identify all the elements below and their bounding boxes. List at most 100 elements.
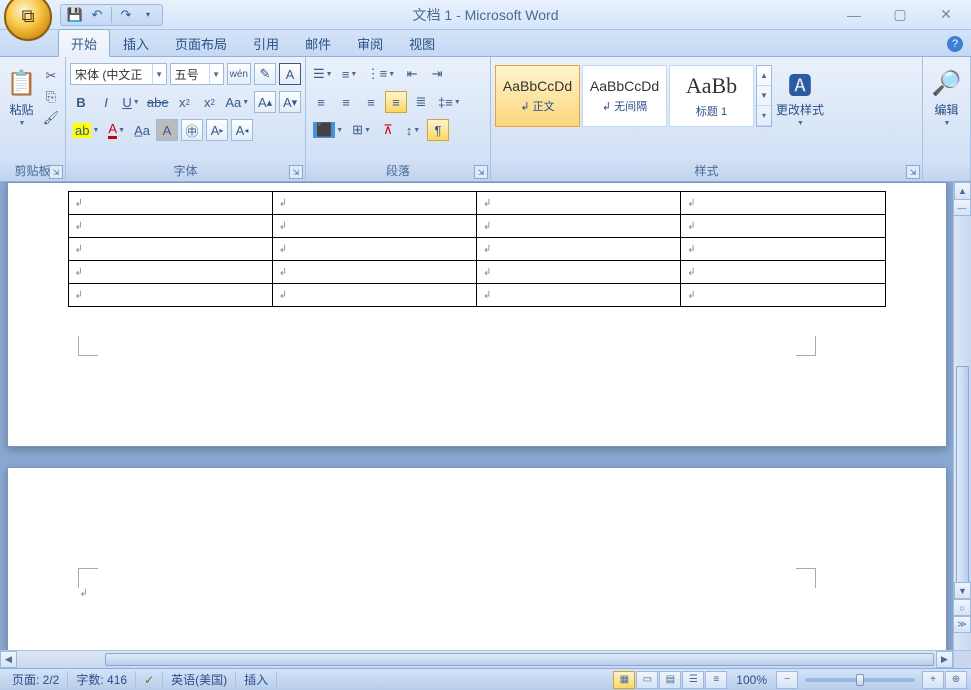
- zoom-out-button[interactable]: −: [776, 671, 798, 689]
- table-row[interactable]: ↲↲↲↲: [68, 261, 885, 284]
- maximize-button[interactable]: ▢: [887, 6, 913, 24]
- change-styles-button[interactable]: 🅰 更改样式 ▼: [774, 63, 826, 127]
- highlight-button[interactable]: ab▼: [70, 119, 102, 141]
- change-case-button[interactable]: Aa▼: [224, 91, 251, 113]
- tab-review[interactable]: 审阅: [344, 29, 396, 56]
- font-shrink2-button[interactable]: A◂: [231, 119, 253, 141]
- style-nospacing[interactable]: AaBbCcDd ↲ 无间隔: [582, 65, 667, 127]
- align-justify-button[interactable]: ≡: [385, 91, 407, 113]
- format-painter-icon[interactable]: 🖌: [41, 109, 61, 127]
- tab-references[interactable]: 引用: [240, 29, 292, 56]
- gallery-scrollbar[interactable]: ▲ ▼ ▾: [756, 65, 772, 127]
- close-button[interactable]: ✕: [933, 6, 959, 24]
- tab-insert[interactable]: 插入: [110, 29, 162, 56]
- text-dir-button[interactable]: ↕▼: [402, 119, 424, 141]
- indent-dec-button[interactable]: ⇤: [401, 63, 423, 85]
- style-normal[interactable]: AaBbCcDd ↲ 正文: [495, 65, 580, 127]
- paragraph-launcher[interactable]: ⇲: [474, 165, 488, 179]
- clipboard-launcher[interactable]: ⇲: [49, 165, 63, 179]
- align-center-button[interactable]: ≡: [335, 91, 357, 113]
- undo-icon[interactable]: ↶: [87, 6, 107, 24]
- subscript-button[interactable]: x2: [174, 91, 196, 113]
- superscript-button[interactable]: x2: [199, 91, 221, 113]
- cut-icon[interactable]: ✂: [41, 67, 61, 85]
- shading-button[interactable]: ⬛▼: [310, 119, 346, 141]
- zoom-fit-button[interactable]: ⊕: [945, 671, 967, 689]
- view-outline[interactable]: ☰: [682, 671, 704, 689]
- zoom-value[interactable]: 100%: [728, 671, 775, 689]
- vertical-scrollbar[interactable]: ▲ — ≪ ○ ≫ ▼: [953, 182, 971, 650]
- table-row[interactable]: ↲↲↲↲: [68, 238, 885, 261]
- zoom-slider[interactable]: [805, 678, 915, 682]
- align-right-button[interactable]: ≡: [360, 91, 382, 113]
- qat-customize-icon[interactable]: ▾: [138, 6, 158, 24]
- vscroll-track[interactable]: [954, 216, 971, 582]
- status-words[interactable]: 字数: 416: [68, 671, 136, 689]
- font-launcher[interactable]: ⇲: [289, 165, 303, 179]
- scroll-left-icon[interactable]: ◀: [0, 651, 17, 668]
- view-full-screen[interactable]: ▭: [636, 671, 658, 689]
- scroll-up-icon[interactable]: ▲: [954, 182, 971, 199]
- zoom-in-button[interactable]: +: [922, 671, 944, 689]
- split-icon[interactable]: —: [953, 199, 971, 216]
- gallery-up-icon[interactable]: ▲: [757, 66, 771, 86]
- view-print-layout[interactable]: ▦: [613, 671, 635, 689]
- char-scale-button[interactable]: A̲a: [131, 119, 153, 141]
- next-page-icon[interactable]: ≫: [953, 616, 971, 633]
- phonetic-guide-icon[interactable]: wén: [227, 63, 251, 85]
- borders-button[interactable]: ⊞▼: [349, 119, 374, 141]
- status-language[interactable]: 英语(美国): [163, 671, 236, 689]
- document-viewport[interactable]: ↲↲↲↲ ↲↲↲↲ ↲↲↲↲ ↲↲↲↲ ↲↲↲↲ ↲: [0, 182, 953, 650]
- view-draft[interactable]: ≡: [705, 671, 727, 689]
- strike-button[interactable]: abe: [145, 91, 171, 113]
- bullets-button[interactable]: ☰▼: [310, 63, 336, 85]
- font-color-button[interactable]: A▼: [105, 119, 128, 141]
- gallery-down-icon[interactable]: ▼: [757, 86, 771, 106]
- tab-home[interactable]: 开始: [58, 29, 110, 57]
- page-1[interactable]: ↲↲↲↲ ↲↲↲↲ ↲↲↲↲ ↲↲↲↲ ↲↲↲↲: [7, 182, 947, 447]
- minimize-button[interactable]: —: [841, 6, 867, 24]
- gallery-more-icon[interactable]: ▾: [757, 106, 771, 126]
- font-family-combo[interactable]: 宋体 (中文正 ▼: [70, 63, 167, 85]
- status-page[interactable]: 页面: 2/2: [4, 671, 68, 689]
- paste-button[interactable]: 📋 粘贴 ▼: [4, 63, 39, 127]
- editing-button[interactable]: 🔎 编辑 ▼: [927, 63, 966, 127]
- scroll-down-icon[interactable]: ▼: [954, 582, 971, 599]
- horizontal-scrollbar[interactable]: ◀ ▶: [0, 650, 953, 668]
- align-left-button[interactable]: ≡: [310, 91, 332, 113]
- tab-layout[interactable]: 页面布局: [162, 29, 240, 56]
- scroll-right-icon[interactable]: ▶: [936, 651, 953, 668]
- line-spacing-button[interactable]: ‡≡▼: [435, 91, 464, 113]
- hscroll-thumb[interactable]: [105, 653, 934, 666]
- zoom-handle[interactable]: [856, 674, 864, 686]
- browse-object-icon[interactable]: ○: [953, 599, 971, 616]
- copy-icon[interactable]: ⎘: [41, 88, 61, 106]
- multilevel-button[interactable]: ⋮≡▼: [364, 63, 399, 85]
- redo-icon[interactable]: ↷: [116, 6, 136, 24]
- styles-launcher[interactable]: ⇲: [906, 165, 920, 179]
- char-border-icon[interactable]: A: [279, 63, 301, 85]
- grow-font-button[interactable]: A▴: [254, 91, 276, 113]
- show-marks-button[interactable]: ¶: [427, 119, 449, 141]
- status-mode[interactable]: 插入: [236, 671, 277, 689]
- vscroll-thumb[interactable]: [956, 366, 969, 606]
- distribute-button[interactable]: ≣: [410, 91, 432, 113]
- numbering-button[interactable]: ≡▼: [339, 63, 361, 85]
- table-row[interactable]: ↲↲↲↲: [68, 284, 885, 307]
- font-size-combo[interactable]: 五号 ▼: [170, 63, 224, 85]
- hscroll-track[interactable]: [17, 651, 936, 668]
- enclose-char-button[interactable]: ㊥: [181, 119, 203, 141]
- char-shading-button[interactable]: A: [156, 119, 178, 141]
- help-icon[interactable]: ?: [947, 36, 963, 52]
- font-grow2-button[interactable]: A▸: [206, 119, 228, 141]
- tab-view[interactable]: 视图: [396, 29, 448, 56]
- table-row[interactable]: ↲↲↲↲: [68, 215, 885, 238]
- italic-button[interactable]: I: [95, 91, 117, 113]
- status-proof[interactable]: ✓: [136, 671, 163, 689]
- view-web[interactable]: ▤: [659, 671, 681, 689]
- shrink-font-button[interactable]: A▾: [279, 91, 301, 113]
- save-icon[interactable]: 💾: [65, 6, 85, 24]
- page-2[interactable]: ↲: [7, 467, 947, 650]
- bold-button[interactable]: B: [70, 91, 92, 113]
- clear-format-icon[interactable]: ✎: [254, 63, 276, 85]
